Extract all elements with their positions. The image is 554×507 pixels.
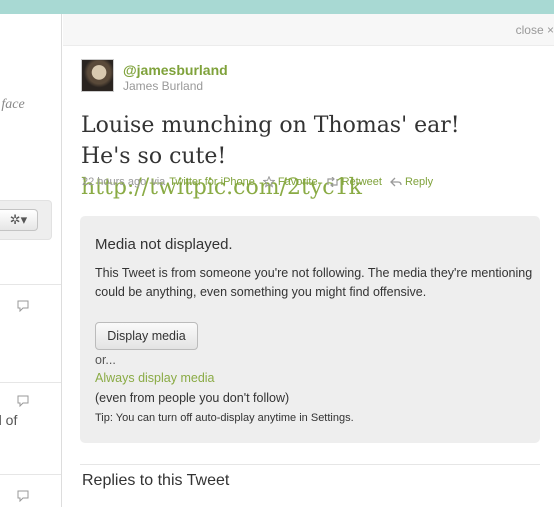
reply-action[interactable]: Reply bbox=[390, 176, 433, 188]
speech-bubble-icon[interactable] bbox=[17, 300, 29, 312]
top-bar bbox=[0, 0, 554, 14]
display-media-button[interactable]: Display media bbox=[95, 322, 198, 350]
favorite-label: Favorite bbox=[277, 176, 318, 188]
user-avatar[interactable] bbox=[81, 59, 114, 92]
favorite-action[interactable]: Favorite bbox=[262, 176, 318, 188]
star-icon bbox=[262, 176, 275, 188]
tweet-username[interactable]: @jamesburland bbox=[123, 62, 228, 78]
or-text: or... bbox=[95, 353, 116, 367]
gear-menu-container: ✲▾ bbox=[0, 200, 52, 240]
retweet-icon bbox=[327, 177, 338, 187]
left-timeline-column: t face ✲▾ d of bbox=[0, 14, 62, 507]
speech-bubble-icon[interactable] bbox=[17, 490, 29, 502]
left-divider bbox=[0, 382, 61, 383]
close-link[interactable]: close × bbox=[516, 23, 554, 37]
truncated-tweet-text: t face bbox=[0, 97, 25, 112]
retweet-action[interactable]: Retweet bbox=[326, 176, 382, 188]
tweet-details-panel: close × @jamesburland James Burland Loui… bbox=[63, 14, 554, 507]
left-divider bbox=[0, 284, 61, 285]
truncated-tweet-text: d of bbox=[0, 412, 18, 428]
tweet-timestamp[interactable]: 22 hours ago bbox=[82, 176, 146, 188]
tweet-meta: 22 hours ago via Twitter for iPhone Favo… bbox=[82, 176, 433, 188]
retweet-label: Retweet bbox=[341, 176, 382, 188]
speech-bubble-icon[interactable] bbox=[17, 395, 29, 407]
panel-header: close × bbox=[63, 14, 554, 46]
even-from-text: (even from people you don't follow) bbox=[95, 391, 290, 405]
media-notice-title: Media not displayed. bbox=[95, 236, 233, 253]
tweet-full-name: James Burland bbox=[123, 79, 204, 93]
tweet-text: Louise munching on Thomas' ear! He's so … bbox=[81, 110, 511, 203]
replies-heading: Replies to this Tweet bbox=[82, 472, 230, 489]
media-not-displayed-box: Media not displayed. This Tweet is from … bbox=[80, 216, 540, 443]
gear-menu-button[interactable]: ✲▾ bbox=[0, 209, 38, 231]
media-notice-body: This Tweet is from someone you're not fo… bbox=[95, 266, 533, 299]
via-label: via bbox=[151, 176, 166, 188]
left-divider bbox=[0, 474, 61, 475]
always-display-media-link[interactable]: Always display media bbox=[95, 371, 215, 385]
replies-divider bbox=[80, 464, 540, 465]
reply-icon bbox=[390, 177, 402, 187]
reply-label: Reply bbox=[404, 176, 434, 188]
settings-tip: Tip: You can turn off auto-display anyti… bbox=[95, 412, 354, 424]
tweet-source-link[interactable]: Twitter for iPhone bbox=[169, 176, 255, 188]
gear-icon: ✲▾ bbox=[9, 212, 28, 227]
tweet-text-body: Louise munching on Thomas' ear! He's so … bbox=[81, 113, 460, 169]
